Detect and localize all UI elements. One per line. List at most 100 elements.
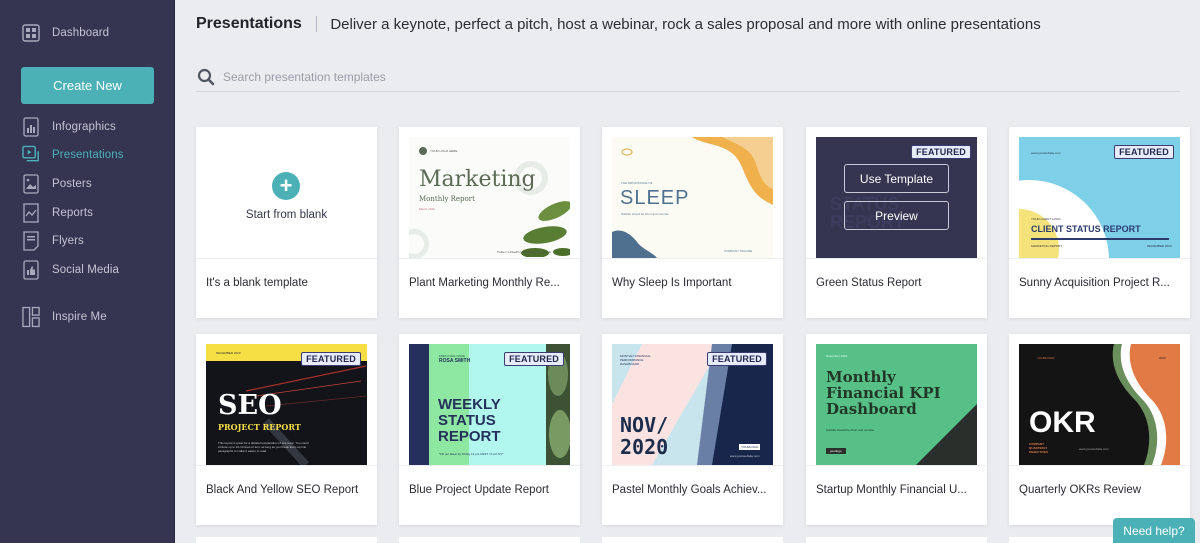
page-header: Presentations Deliver a keynote, perfect… xyxy=(196,15,1041,33)
plus-icon[interactable]: + xyxy=(272,172,300,200)
thumb-title: Monthly Financial KPI Dashboard xyxy=(826,369,941,417)
template-name: Green Status Report xyxy=(816,277,922,289)
card-divider xyxy=(399,465,580,466)
thumb-logo-text: YOURLOGO xyxy=(739,444,761,450)
sidebar-item-posters[interactable]: Posters xyxy=(22,173,92,195)
sidebar-item-infographics[interactable]: Infographics xyxy=(22,116,116,138)
card-divider xyxy=(196,258,377,259)
thumb-footer: Twitter | LinkedIn | Instagram | Faceboo… xyxy=(497,250,552,254)
template-card-partial[interactable] xyxy=(806,537,987,543)
template-card[interactable]: November 2020 Monthly Financial KPI Dash… xyxy=(806,334,987,525)
search-bar xyxy=(196,62,1180,92)
template-thumbnail[interactable]: THE IMPORTANCE OF SLEEP Subtitle shoud b… xyxy=(612,137,773,258)
sidebar-item-reports[interactable]: Reports xyxy=(22,202,93,224)
thumb-footer: COMPANY TAGLINE xyxy=(724,249,753,253)
thumb-title: SEO xyxy=(218,390,282,421)
template-card[interactable]: MONTHLY FINANCIAL PERFORMANCE DASHBOARD … xyxy=(602,334,783,525)
template-card-partial[interactable] xyxy=(196,537,377,543)
thumb-logo-text: YOURLOGO xyxy=(1037,356,1055,360)
thumb-site: www.yourwebsite.com xyxy=(1079,447,1109,451)
template-thumbnail[interactable]: STATUS REPORT FEATURED Use Template Prev… xyxy=(816,137,977,258)
sidebar-item-label: Posters xyxy=(52,178,92,190)
thumb-rule xyxy=(1031,238,1169,240)
card-divider xyxy=(806,258,987,259)
card-divider xyxy=(399,258,580,259)
template-name: Startup Monthly Financial U... xyxy=(816,484,967,496)
featured-badge: FEATURED xyxy=(911,145,971,159)
presentation-icon xyxy=(22,145,40,165)
featured-badge: FEATURED xyxy=(707,352,767,366)
thumb-title: SLEEP xyxy=(620,187,690,209)
thumb-title: CLIENT STATUS REPORT xyxy=(1031,224,1141,234)
template-card[interactable]: YOUR LOGO HERE Marketing Monthly Report … xyxy=(399,127,580,318)
template-card[interactable]: www.yourwebsite.com FEATURED YOUR CLIENT… xyxy=(1009,127,1190,318)
layout-icon xyxy=(22,306,40,328)
sidebar-item-label: Inspire Me xyxy=(52,311,107,323)
template-card-partial[interactable] xyxy=(399,537,580,543)
sidebar-item-label: Presentations xyxy=(52,149,124,161)
create-new-button[interactable]: Create New xyxy=(21,67,154,104)
thumb-title: WEEKLY STATUS REPORT xyxy=(438,397,501,445)
blank-thumbnail[interactable]: + Start from blank xyxy=(196,127,377,258)
sidebar-item-label: Flyers xyxy=(52,235,84,247)
template-thumbnail[interactable]: November 2020 Monthly Financial KPI Dash… xyxy=(816,344,977,465)
thumb-left-label: MARKETING REPORT xyxy=(1031,244,1063,248)
sidebar-item-presentations[interactable]: Presentations xyxy=(22,144,124,166)
card-divider xyxy=(1009,465,1190,466)
thumb-right-label: DECEMBER 2020 xyxy=(1147,244,1172,248)
thumb-kicker: THE IMPORTANCE OF xyxy=(621,181,653,185)
thumb-kicker: MONTHLY FINANCIAL PERFORMANCE DASHBOARD xyxy=(620,354,651,366)
template-name: Blue Project Update Report xyxy=(409,484,549,496)
thumb-title-line: REPORT xyxy=(438,428,501,445)
template-card[interactable]: YOURLOGO 2020 OKR COMPANY QUARTERLY OBJE… xyxy=(1009,334,1190,525)
decor-ring xyxy=(409,229,429,258)
sidebar: Dashboard Create New Infographics Presen… xyxy=(0,0,175,543)
thumb-date: March 2020 xyxy=(419,207,435,211)
card-divider xyxy=(1009,258,1190,259)
thumb-subtitle: PROJECT REPORT xyxy=(218,422,301,432)
need-help-button[interactable]: Need help? xyxy=(1113,518,1195,543)
thumb-title: NOV/ 2020 xyxy=(620,414,668,458)
thumb-date: November 2020 xyxy=(826,354,848,358)
thumb-body: This layout is great for a detailed expl… xyxy=(218,441,309,453)
thumbs-up-icon xyxy=(22,260,40,280)
leaf-illustration xyxy=(515,197,570,258)
template-thumbnail[interactable]: YOUR LOGO HERE Marketing Monthly Report … xyxy=(409,137,570,258)
template-card[interactable]: EMPLOYEE NAME ROSA SMITH FEATURED WEEKLY… xyxy=(399,334,580,525)
template-thumbnail[interactable]: www.yourwebsite.com FEATURED YOUR CLIENT… xyxy=(1019,137,1180,258)
image-icon xyxy=(22,174,40,194)
thumb-title-line: Financial KPI xyxy=(826,384,941,402)
thumb-site: www.yourwebsite.com xyxy=(730,454,760,458)
use-template-button[interactable]: Use Template xyxy=(844,164,949,193)
thumb-title: Marketing xyxy=(419,167,536,192)
template-thumbnail[interactable]: YOURLOGO 2020 OKR COMPANY QUARTERLY OBJE… xyxy=(1019,344,1180,465)
document-icon xyxy=(22,231,40,251)
featured-badge: FEATURED xyxy=(504,352,564,366)
template-card-blank[interactable]: + Start from blank It's a blank template xyxy=(196,127,377,318)
thumb-title-line: WEEKLY xyxy=(438,396,501,413)
template-name: Pastel Monthly Goals Achiev... xyxy=(612,484,767,496)
sidebar-item-inspire-me[interactable]: Inspire Me xyxy=(22,306,107,328)
sidebar-item-social-media[interactable]: Social Media xyxy=(22,259,119,281)
sidebar-item-flyers[interactable]: Flyers xyxy=(22,230,84,252)
preview-button[interactable]: Preview xyxy=(844,201,949,230)
search-input[interactable] xyxy=(223,69,823,84)
thumb-subtitle: Subtitle should be short and concise xyxy=(826,428,875,432)
sidebar-item-label: Reports xyxy=(52,207,93,219)
page-title: Presentations xyxy=(196,15,302,32)
dashboard-grid-icon xyxy=(22,23,40,43)
thumb-title-line: 2020 xyxy=(620,435,669,459)
thumb-logo-text: yourlogo xyxy=(826,448,846,454)
navy-bar xyxy=(409,344,429,465)
template-card[interactable]: DECEMBER 2020 FEATURED SEO PROJECT REPOR… xyxy=(196,334,377,525)
template-card[interactable]: STATUS REPORT FEATURED Use Template Prev… xyxy=(806,127,987,318)
sidebar-item-dashboard[interactable]: Dashboard xyxy=(22,22,109,44)
template-card-partial[interactable] xyxy=(602,537,783,543)
template-thumbnail[interactable]: DECEMBER 2020 FEATURED SEO PROJECT REPOR… xyxy=(206,344,367,465)
template-name: Quarterly OKRs Review xyxy=(1019,484,1142,496)
template-card[interactable]: THE IMPORTANCE OF SLEEP Subtitle shoud b… xyxy=(602,127,783,318)
template-thumbnail[interactable]: MONTHLY FINANCIAL PERFORMANCE DASHBOARD … xyxy=(612,344,773,465)
search-icon xyxy=(197,68,215,86)
sidebar-item-label: Infographics xyxy=(52,121,116,133)
template-thumbnail[interactable]: EMPLOYEE NAME ROSA SMITH FEATURED WEEKLY… xyxy=(409,344,570,465)
